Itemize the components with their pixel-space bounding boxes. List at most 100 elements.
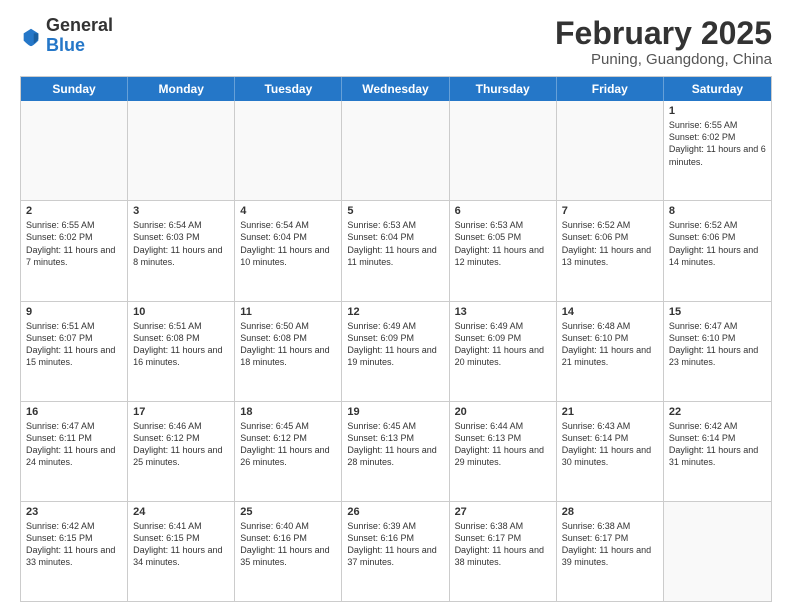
day-number: 16	[26, 406, 122, 418]
calendar-cell-r1c6: 8Sunrise: 6:52 AM Sunset: 6:06 PM Daylig…	[664, 201, 771, 300]
cell-sun-info: Sunrise: 6:52 AM Sunset: 6:06 PM Dayligh…	[669, 219, 766, 268]
calendar: SundayMondayTuesdayWednesdayThursdayFrid…	[20, 76, 772, 602]
cell-sun-info: Sunrise: 6:48 AM Sunset: 6:10 PM Dayligh…	[562, 320, 658, 369]
cell-sun-info: Sunrise: 6:45 AM Sunset: 6:13 PM Dayligh…	[347, 420, 443, 469]
calendar-cell-r2c6: 15 Sunrise: 6:47 AM Sunset: 6:10 PM Dayli…	[664, 302, 771, 401]
calendar-cell-r3c6: 22 Sunrise: 6:42 AM Sunset: 6:14 PM Dayli…	[664, 402, 771, 501]
cell-sun-info: Sunrise: 6:49 AM Sunset: 6:09 PM Dayligh…	[455, 320, 551, 369]
cell-sun-info: Sunrise: 6:49 AM Sunset: 6:09 PM Dayligh…	[347, 320, 443, 369]
calendar-cell-r3c4: 20 Sunrise: 6:44 AM Sunset: 6:13 PM Dayli…	[450, 402, 557, 501]
calendar-cell-r4c1: 24Sunrise: 6:41 AM Sunset: 6:15 PM Dayli…	[128, 502, 235, 601]
day-number: 11	[240, 306, 336, 318]
calendar-cell-r4c6	[664, 502, 771, 601]
day-number: 3	[133, 205, 229, 217]
calendar-cell-r2c0: 9 Sunrise: 6:51 AM Sunset: 6:07 PM Daylig…	[21, 302, 128, 401]
calendar-row-0: 1 Sunrise: 6:55 AM Sunset: 6:02 PM Daylig…	[21, 101, 771, 201]
calendar-row-2: 9 Sunrise: 6:51 AM Sunset: 6:07 PM Daylig…	[21, 302, 771, 402]
cell-sun-info: Sunrise: 6:54 AM Sunset: 6:03 PM Dayligh…	[133, 219, 229, 268]
cell-sun-info: Sunrise: 6:44 AM Sunset: 6:13 PM Dayligh…	[455, 420, 551, 469]
calendar-cell-r1c5: 7 Sunrise: 6:52 AM Sunset: 6:06 PM Daylig…	[557, 201, 664, 300]
calendar-cell-r4c5: 28Sunrise: 6:38 AM Sunset: 6:17 PM Dayli…	[557, 502, 664, 601]
cell-sun-info: Sunrise: 6:47 AM Sunset: 6:11 PM Dayligh…	[26, 420, 122, 469]
day-number: 13	[455, 306, 551, 318]
calendar-row-4: 23 Sunrise: 6:42 AM Sunset: 6:15 PM Dayli…	[21, 502, 771, 601]
location-subtitle: Puning, Guangdong, China	[555, 51, 772, 68]
logo-general: General	[46, 16, 113, 36]
cell-sun-info: Sunrise: 6:47 AM Sunset: 6:10 PM Dayligh…	[669, 320, 766, 369]
weekday-header-wednesday: Wednesday	[342, 77, 449, 101]
day-number: 9	[26, 306, 122, 318]
calendar-cell-r1c0: 2 Sunrise: 6:55 AM Sunset: 6:02 PM Daylig…	[21, 201, 128, 300]
calendar-header: SundayMondayTuesdayWednesdayThursdayFrid…	[21, 77, 771, 101]
day-number: 20	[455, 406, 551, 418]
day-number: 14	[562, 306, 658, 318]
calendar-cell-r2c2: 11 Sunrise: 6:50 AM Sunset: 6:08 PM Dayli…	[235, 302, 342, 401]
day-number: 12	[347, 306, 443, 318]
cell-sun-info: Sunrise: 6:45 AM Sunset: 6:12 PM Dayligh…	[240, 420, 336, 469]
calendar-cell-r1c1: 3 Sunrise: 6:54 AM Sunset: 6:03 PM Daylig…	[128, 201, 235, 300]
calendar-cell-r1c2: 4 Sunrise: 6:54 AM Sunset: 6:04 PM Daylig…	[235, 201, 342, 300]
header: General Blue February 2025 Puning, Guang…	[20, 16, 772, 68]
logo-text: General Blue	[46, 16, 113, 56]
cell-sun-info: Sunrise: 6:50 AM Sunset: 6:08 PM Dayligh…	[240, 320, 336, 369]
weekday-header-monday: Monday	[128, 77, 235, 101]
weekday-header-sunday: Sunday	[21, 77, 128, 101]
calendar-cell-r4c3: 26 Sunrise: 6:39 AM Sunset: 6:16 PM Dayli…	[342, 502, 449, 601]
cell-sun-info: Sunrise: 6:55 AM Sunset: 6:02 PM Dayligh…	[26, 219, 122, 268]
day-number: 6	[455, 205, 551, 217]
calendar-cell-r1c4: 6Sunrise: 6:53 AM Sunset: 6:05 PM Daylig…	[450, 201, 557, 300]
day-number: 4	[240, 205, 336, 217]
day-number: 15	[669, 306, 766, 318]
calendar-cell-r3c0: 16 Sunrise: 6:47 AM Sunset: 6:11 PM Dayli…	[21, 402, 128, 501]
calendar-cell-r2c4: 13 Sunrise: 6:49 AM Sunset: 6:09 PM Dayli…	[450, 302, 557, 401]
calendar-cell-r2c5: 14 Sunrise: 6:48 AM Sunset: 6:10 PM Dayli…	[557, 302, 664, 401]
calendar-cell-r0c4	[450, 101, 557, 200]
cell-sun-info: Sunrise: 6:43 AM Sunset: 6:14 PM Dayligh…	[562, 420, 658, 469]
month-title: February 2025	[555, 16, 772, 51]
calendar-cell-r0c1	[128, 101, 235, 200]
calendar-cell-r4c2: 25Sunrise: 6:40 AM Sunset: 6:16 PM Dayli…	[235, 502, 342, 601]
day-number: 18	[240, 406, 336, 418]
cell-sun-info: Sunrise: 6:51 AM Sunset: 6:07 PM Dayligh…	[26, 320, 122, 369]
cell-sun-info: Sunrise: 6:46 AM Sunset: 6:12 PM Dayligh…	[133, 420, 229, 469]
cell-sun-info: Sunrise: 6:42 AM Sunset: 6:15 PM Dayligh…	[26, 520, 122, 569]
day-number: 27	[455, 506, 551, 518]
weekday-header-saturday: Saturday	[664, 77, 771, 101]
weekday-header-tuesday: Tuesday	[235, 77, 342, 101]
calendar-body: 1 Sunrise: 6:55 AM Sunset: 6:02 PM Daylig…	[21, 101, 771, 601]
calendar-cell-r3c5: 21 Sunrise: 6:43 AM Sunset: 6:14 PM Dayli…	[557, 402, 664, 501]
cell-sun-info: Sunrise: 6:54 AM Sunset: 6:04 PM Dayligh…	[240, 219, 336, 268]
weekday-header-thursday: Thursday	[450, 77, 557, 101]
calendar-cell-r2c1: 10Sunrise: 6:51 AM Sunset: 6:08 PM Dayli…	[128, 302, 235, 401]
day-number: 2	[26, 205, 122, 217]
calendar-cell-r4c4: 27 Sunrise: 6:38 AM Sunset: 6:17 PM Dayli…	[450, 502, 557, 601]
calendar-cell-r0c0	[21, 101, 128, 200]
weekday-header-friday: Friday	[557, 77, 664, 101]
cell-sun-info: Sunrise: 6:39 AM Sunset: 6:16 PM Dayligh…	[347, 520, 443, 569]
cell-sun-info: Sunrise: 6:52 AM Sunset: 6:06 PM Dayligh…	[562, 219, 658, 268]
calendar-cell-r3c2: 18 Sunrise: 6:45 AM Sunset: 6:12 PM Dayli…	[235, 402, 342, 501]
calendar-row-3: 16 Sunrise: 6:47 AM Sunset: 6:11 PM Dayli…	[21, 402, 771, 502]
logo-blue: Blue	[46, 36, 113, 56]
calendar-cell-r0c2	[235, 101, 342, 200]
calendar-cell-r2c3: 12 Sunrise: 6:49 AM Sunset: 6:09 PM Dayli…	[342, 302, 449, 401]
day-number: 1	[669, 105, 766, 117]
calendar-cell-r0c3	[342, 101, 449, 200]
cell-sun-info: Sunrise: 6:51 AM Sunset: 6:08 PM Dayligh…	[133, 320, 229, 369]
day-number: 7	[562, 205, 658, 217]
calendar-cell-r0c5	[557, 101, 664, 200]
cell-sun-info: Sunrise: 6:55 AM Sunset: 6:02 PM Dayligh…	[669, 119, 766, 168]
day-number: 21	[562, 406, 658, 418]
day-number: 22	[669, 406, 766, 418]
cell-sun-info: Sunrise: 6:40 AM Sunset: 6:16 PM Dayligh…	[240, 520, 336, 569]
cell-sun-info: Sunrise: 6:38 AM Sunset: 6:17 PM Dayligh…	[455, 520, 551, 569]
day-number: 17	[133, 406, 229, 418]
cell-sun-info: Sunrise: 6:53 AM Sunset: 6:04 PM Dayligh…	[347, 219, 443, 268]
calendar-cell-r3c1: 17 Sunrise: 6:46 AM Sunset: 6:12 PM Dayli…	[128, 402, 235, 501]
day-number: 28	[562, 506, 658, 518]
cell-sun-info: Sunrise: 6:42 AM Sunset: 6:14 PM Dayligh…	[669, 420, 766, 469]
day-number: 26	[347, 506, 443, 518]
day-number: 23	[26, 506, 122, 518]
calendar-cell-r3c3: 19Sunrise: 6:45 AM Sunset: 6:13 PM Dayli…	[342, 402, 449, 501]
day-number: 24	[133, 506, 229, 518]
